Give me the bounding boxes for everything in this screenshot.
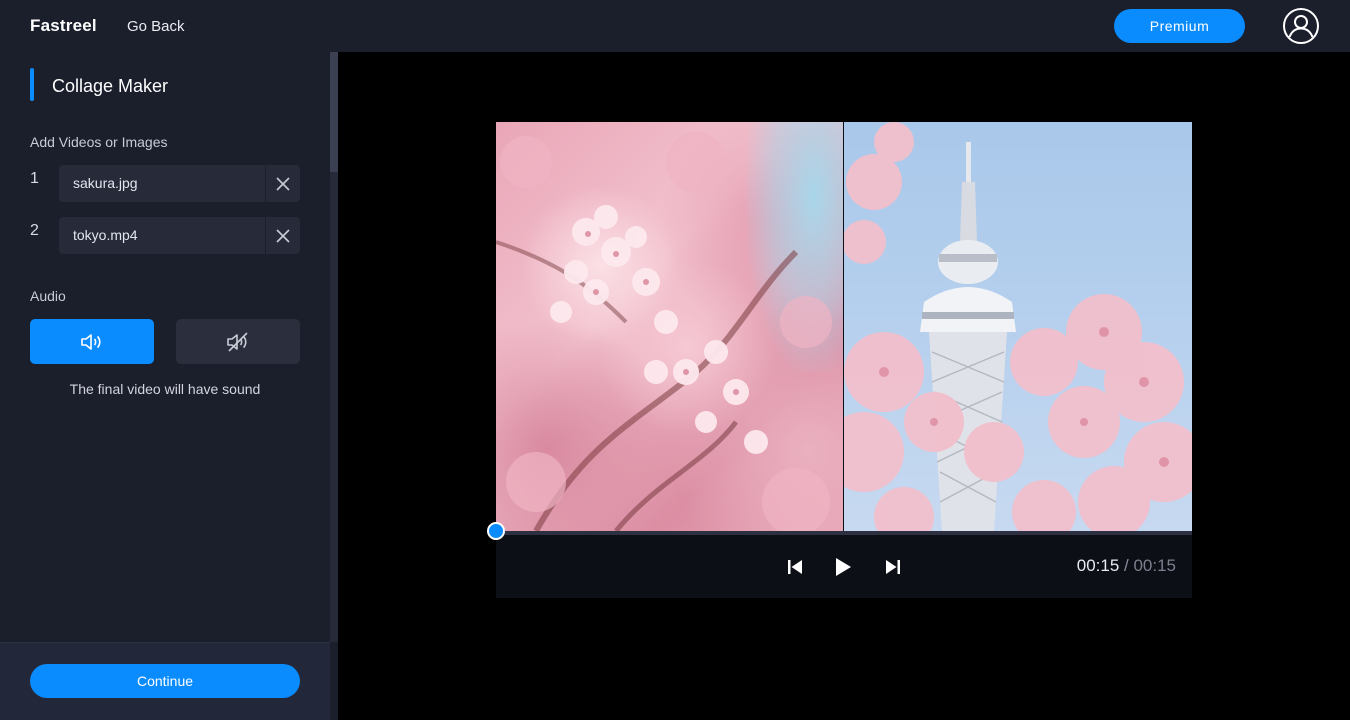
file-name-field-2[interactable]: tokyo.mp4 (59, 217, 265, 254)
play-icon (836, 558, 851, 576)
skytree-image (844, 122, 1192, 531)
remove-file-button-2[interactable] (266, 217, 300, 254)
cherry-blossom-image (496, 132, 832, 531)
go-back-link[interactable]: Go Back (127, 18, 185, 35)
sidebar-scrollbar[interactable] (330, 52, 338, 642)
tokyo-video-panel (844, 122, 1192, 531)
close-icon (276, 228, 290, 243)
playback-progress-knob[interactable] (487, 522, 505, 540)
premium-button[interactable]: Premium (1114, 9, 1245, 43)
playback-time: 00:15 / 00:15 (1077, 556, 1176, 576)
top-header: Fastreel Go Back Premium (0, 0, 1350, 52)
close-icon (276, 176, 290, 191)
skip-forward-icon (886, 560, 900, 574)
play-button[interactable] (830, 554, 856, 580)
continue-button[interactable]: Continue (30, 664, 300, 698)
speaker-icon (81, 333, 101, 350)
add-media-label: Add Videos or Images (30, 134, 168, 150)
app-logo[interactable]: Fastreel (30, 16, 97, 36)
user-circle-icon[interactable] (1282, 7, 1320, 45)
time-separator: / (1119, 556, 1134, 575)
panel-title: Collage Maker (52, 76, 169, 96)
sakura-image-panel (496, 122, 843, 531)
sidebar-footer: Continue (0, 642, 330, 720)
collage-preview[interactable] (496, 122, 1192, 531)
video-player: 00:15 / 00:15 (487, 122, 1192, 598)
total-duration: 00:15 (1133, 556, 1176, 575)
audio-label: Audio (30, 288, 66, 304)
sound-off-button[interactable] (176, 319, 300, 364)
skip-back-icon (788, 560, 802, 574)
title-accent-bar (30, 68, 34, 101)
sidebar-scroll-thumb[interactable] (330, 52, 338, 172)
current-time: 00:15 (1076, 556, 1120, 575)
remove-file-button-1[interactable] (266, 165, 300, 202)
file-index-2: 2 (30, 222, 39, 239)
collage-sidebar: Collage Maker Add Videos or Images 1 sak… (0, 52, 338, 720)
playback-progress-track[interactable] (496, 531, 1192, 535)
file-name-field-1[interactable]: sakura.jpg (59, 165, 265, 202)
file-index-1: 1 (30, 170, 39, 187)
skip-back-button[interactable] (782, 554, 808, 580)
speaker-muted-icon (227, 331, 248, 352)
sound-on-button[interactable] (30, 319, 154, 364)
audio-note: The final video will have sound (69, 381, 261, 397)
skip-forward-button[interactable] (880, 554, 906, 580)
